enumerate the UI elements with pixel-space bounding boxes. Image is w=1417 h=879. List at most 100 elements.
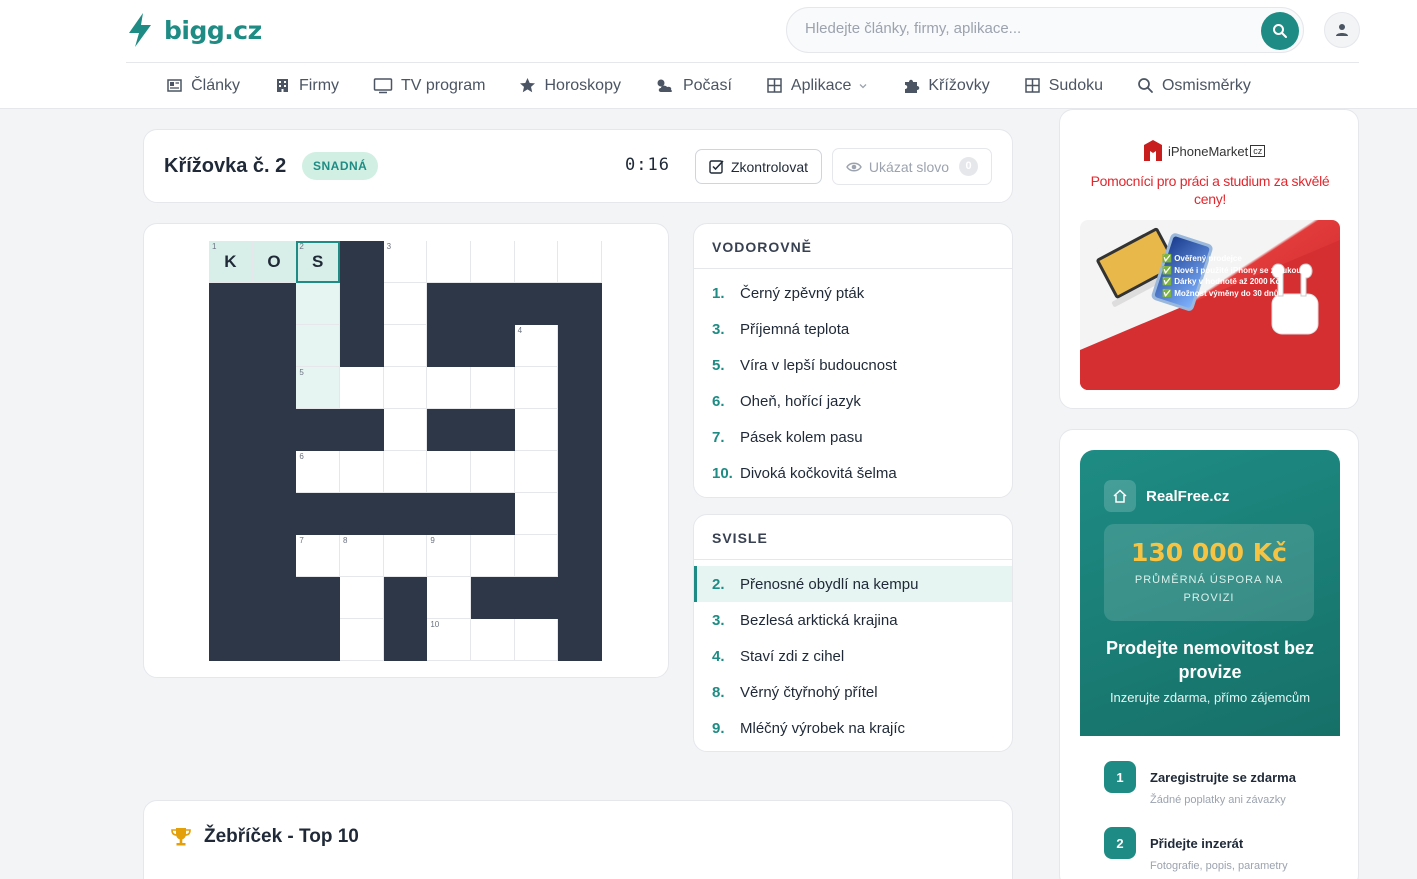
grid-cell[interactable]	[383, 325, 428, 367]
reveal-word-button[interactable]: Ukázat slovo 0	[832, 148, 992, 185]
grid-cell[interactable]	[340, 451, 384, 493]
grid-cell[interactable]	[296, 325, 340, 367]
nav-item-clanky[interactable]: Články	[149, 63, 257, 108]
grid-block-cell	[340, 493, 384, 535]
clue-text: Věrný čtyřnohý přítel	[740, 683, 878, 701]
grid-cell[interactable]	[427, 577, 471, 619]
grid-cell[interactable]	[383, 367, 428, 409]
grid-cell[interactable]	[383, 409, 428, 451]
iphonemarket-logo-icon	[1144, 140, 1162, 161]
nav-item-sudoku[interactable]: Sudoku	[1007, 63, 1120, 108]
nav-item-firmy[interactable]: Firmy	[257, 63, 356, 108]
nav-item-horoskopy[interactable]: Horoskopy	[502, 63, 637, 108]
grid-cell[interactable]	[471, 619, 515, 661]
grid-cell[interactable]	[427, 451, 471, 493]
building-icon	[277, 79, 289, 92]
clue-number: 2.	[712, 575, 725, 593]
clue-item[interactable]: 8. Věrný čtyřnohý přítel	[694, 674, 1012, 710]
grid-block-cell	[340, 283, 384, 325]
grid-cell[interactable]	[383, 451, 428, 493]
clue-text: Mléčný výrobek na krajíc	[740, 719, 906, 737]
grid-cell[interactable]	[514, 535, 559, 577]
clue-item-active[interactable]: 2. Přenosné obydlí na kempu	[694, 566, 1012, 602]
grid-cell[interactable]: 2S	[296, 241, 340, 283]
grid-cell[interactable]	[514, 451, 559, 493]
nav-item-aplikace[interactable]: Aplikace	[749, 63, 886, 108]
search-button[interactable]	[1261, 12, 1299, 50]
ad-bullet: ✅ Nové i použité iPhony se zárukou	[1162, 265, 1302, 275]
grid-cell[interactable]	[471, 451, 515, 493]
ad-step-sub: Žádné poplatky ani závazky	[1150, 794, 1286, 806]
clue-number: 7.	[712, 428, 725, 446]
grid-block-cell	[252, 451, 297, 493]
nav-item-tv-program[interactable]: TV program	[356, 63, 502, 108]
clue-item[interactable]: 5. Víra v lepší budoucnost	[694, 347, 1012, 383]
grid-cell[interactable]: 4	[514, 325, 559, 367]
grid-block-cell	[514, 577, 559, 619]
clue-item[interactable]: 3. Bezlesá arktická krajina	[694, 602, 1012, 638]
crossword-card: 1 K O 2 S 3 4 5 6 7 8 9 10	[143, 223, 669, 678]
grid-cell[interactable]	[427, 241, 471, 283]
logo[interactable]: bigg.cz	[126, 12, 262, 48]
grid-cell[interactable]: 10	[427, 619, 471, 661]
grid-cell[interactable]	[340, 619, 384, 661]
grid-cell[interactable]: 5	[296, 367, 340, 409]
grid-cell[interactable]	[296, 283, 340, 325]
clues-across-panel: VODOROVNĚ 1. Černý zpěvný pták 3. Příjemná…	[693, 223, 1013, 498]
clue-item[interactable]: 4. Staví zdi z cihel	[694, 638, 1012, 674]
grid-cell[interactable]	[427, 367, 471, 409]
clue-item[interactable]: 1. Černý zpěvný pták	[694, 275, 1012, 311]
nav-item-krizovky[interactable]: Křížovky	[886, 63, 1006, 108]
logo-text: bigg.cz	[164, 15, 262, 45]
grid-cell[interactable]	[340, 577, 384, 619]
grid-cell[interactable]: 6	[296, 451, 340, 493]
grid-cell[interactable]	[471, 367, 515, 409]
grid-block-cell	[209, 577, 253, 619]
nav-item-label: Osmisměrky	[1161, 76, 1251, 94]
clue-item[interactable]: 9. Mléčný výrobek na krajíc	[694, 710, 1012, 746]
grid-block-cell	[209, 493, 253, 535]
clue-number: 3.	[712, 611, 725, 629]
grid-cell[interactable]	[558, 241, 602, 283]
tv-icon	[373, 78, 393, 94]
nav-item-osmismerky[interactable]: Osmisměrky	[1120, 63, 1268, 108]
grid-cell[interactable]	[471, 241, 515, 283]
ad-iphonemarket[interactable]: iPhoneMarket cz Pomocníci pro práci a stu…	[1059, 109, 1359, 409]
difficulty-badge: SNADNÁ	[302, 152, 379, 180]
grid-cell[interactable]: 8	[340, 535, 384, 577]
grid-cell[interactable]: 9	[427, 535, 471, 577]
grid-cell[interactable]	[471, 535, 515, 577]
ad-banner: RealFree.cz 130 000 Kč PRŮMĚRNÁ ÚSPORA N…	[1080, 450, 1340, 736]
grid-cell[interactable]: O	[252, 241, 297, 283]
grid-block-cell	[340, 409, 384, 451]
grid-cell[interactable]	[514, 367, 559, 409]
grid-cell[interactable]	[514, 409, 559, 451]
clue-item[interactable]: 3. Příjemná teplota	[694, 311, 1012, 347]
clue-item[interactable]: 6. Oheň, hořící jazyk	[694, 383, 1012, 419]
grid-cell[interactable]: 1K	[209, 241, 253, 283]
grid-cell[interactable]	[514, 619, 559, 661]
search-input[interactable]	[805, 20, 1245, 37]
user-account-button[interactable]	[1324, 12, 1360, 48]
grid-cell[interactable]	[340, 367, 384, 409]
grid-block-cell	[558, 535, 602, 577]
cell-number: 3	[386, 242, 392, 251]
clue-number: 3.	[712, 320, 725, 338]
grid-cell[interactable]: 7	[296, 535, 340, 577]
nav-item-label: Počasí	[682, 76, 732, 94]
grid-cell[interactable]	[383, 535, 428, 577]
check-button[interactable]: Zkontrolovat	[695, 149, 822, 184]
grid-cell[interactable]	[383, 283, 428, 325]
cell-number: 10	[430, 620, 440, 629]
cell-letter: S	[311, 251, 324, 271]
grid-cell[interactable]	[514, 493, 559, 535]
grid-cell[interactable]	[514, 241, 559, 283]
grid-block-cell	[383, 577, 428, 619]
clue-item[interactable]: 10. Divoká kočkovitá šelma	[694, 455, 1012, 491]
grid-block-cell	[209, 409, 253, 451]
ad-bullet-list: ✅ Ověřený prodejce ✅ Nové i použité iPho…	[1162, 253, 1301, 299]
grid-cell[interactable]: 3	[383, 241, 428, 283]
nav-item-pocasi[interactable]: Počasí	[638, 63, 749, 108]
clue-item[interactable]: 7. Pásek kolem pasu	[694, 419, 1012, 455]
ad-realfree[interactable]: RealFree.cz 130 000 Kč PRŮMĚRNÁ ÚSPORA N…	[1059, 429, 1359, 879]
